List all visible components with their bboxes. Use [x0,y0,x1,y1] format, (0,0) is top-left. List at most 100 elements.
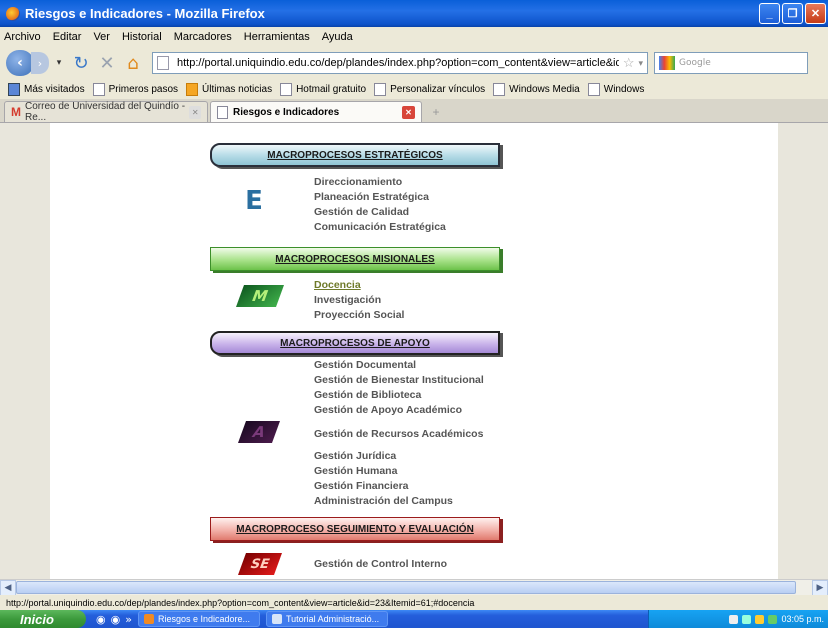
menu-ayuda[interactable]: Ayuda [322,31,353,43]
close-button[interactable]: ✕ [805,3,826,24]
bookmark-mas-visitados[interactable]: Más visitados [8,82,85,96]
menu-ver[interactable]: Ver [93,31,110,43]
back-button[interactable]: ‹ [6,50,34,76]
banner-apoyo: MACROPROCESOS DE APOYO [210,331,500,355]
window-title: Riesgos e Indicadores - Mozilla Firefox [25,6,265,21]
list-item[interactable]: Gestión Humana [314,464,453,479]
scroll-right-button[interactable]: ▶ [812,580,828,596]
list-item[interactable]: Gestión de Control Interno [314,557,447,572]
tab-riesgos[interactable]: Riesgos e Indicadores ✕ [210,101,422,122]
page-content: MACROPROCESOS ESTRATÉGICOS E Direccionam… [50,123,778,579]
misionales-logo: M [235,285,285,307]
list-item[interactable]: Gestión de Apoyo Académico [314,403,484,418]
list-item[interactable]: Investigación [314,293,404,308]
new-tab-button[interactable]: + [424,101,448,122]
minimize-button[interactable]: _ [759,3,780,24]
volume-icon[interactable] [755,614,765,624]
search-placeholder: Google [679,58,711,68]
firefox-icon[interactable]: ◉ [111,613,121,626]
bookmark-personalizar[interactable]: Personalizar vínculos [374,82,485,96]
history-dropdown-icon[interactable]: ▾ [52,58,66,68]
status-bar: http://portal.uniquindio.edu.co/dep/plan… [0,595,828,610]
list-item[interactable]: Proyección Social [314,308,404,323]
tab-close-icon[interactable]: ✕ [189,105,201,119]
list-item[interactable]: Gestión Jurídica [314,449,453,464]
list-item[interactable]: Direccionamiento [314,175,446,190]
tab-close-icon[interactable]: ✕ [402,105,415,119]
tab-bar: M Correo de Universidad del Quindío - Re… [0,99,828,123]
chevron-right-icon[interactable]: » [125,613,132,626]
bookmark-windows[interactable]: Windows [587,82,644,96]
taskbar-item-riesgos[interactable]: Riesgos e Indicadore... [137,611,260,627]
scroll-thumb[interactable] [16,581,796,594]
bookmark-primeros-pasos[interactable]: Primeros pasos [92,82,178,96]
estrategicos-logo: E [245,186,263,216]
status-text: http://portal.uniquindio.edu.co/dep/plan… [6,597,475,608]
stop-icon[interactable]: ✕ [96,52,118,74]
list-item[interactable]: Gestión de Recursos Académicos [314,427,483,442]
seguimiento-logo: SE [237,553,283,575]
rss-icon [186,82,199,96]
list-item[interactable]: Gestión Documental [314,358,484,373]
banner-misionales: MACROPROCESOS MISIONALES [210,247,500,271]
apoyo-list-bottom: Gestión Jurídica Gestión Humana Gestión … [314,449,453,509]
page-icon [374,82,387,96]
menu-archivo[interactable]: Archivo [4,31,41,43]
estrategicos-list: Direccionamiento Planeación Estratégica … [314,175,446,235]
restore-button[interactable]: ❐ [782,3,803,24]
list-item[interactable]: Planeación Estratégica [314,190,446,205]
menu-herramientas[interactable]: Herramientas [244,31,310,43]
list-item[interactable]: Gestión Financiera [314,479,453,494]
seguimiento-list: Gestión de Control Interno [314,557,447,572]
bookmark-ultimas-noticias[interactable]: Últimas noticias [186,82,272,96]
reload-icon[interactable]: ↻ [70,52,92,74]
forward-button[interactable]: › [31,52,49,74]
apoyo-logo: A [237,421,281,443]
list-item[interactable]: Administración del Campus [314,494,453,509]
google-icon [659,56,675,70]
bookmark-star-icon[interactable]: ☆ [623,55,635,71]
windows-taskbar: Inicio ◉ ◉ » Riesgos e Indicadore... Tut… [0,610,828,628]
document-icon [271,614,282,624]
tab-correo[interactable]: M Correo de Universidad del Quindío - Re… [4,101,208,123]
taskbar-item-tutorial[interactable]: Tutorial Administració... [265,611,388,627]
gmail-icon: M [11,105,21,119]
system-tray: 03:05 p.m. [648,610,828,628]
search-box[interactable]: Google [654,52,808,74]
misionales-list: Docencia Investigación Proyección Social [314,278,404,323]
page-icon [157,56,169,70]
url-dropdown-icon[interactable]: ▾ [638,58,643,69]
home-icon[interactable]: ⌂ [122,52,144,74]
apoyo-list-mid: Gestión de Recursos Académicos [314,427,483,442]
docencia-link[interactable]: Docencia [314,278,404,293]
clock: 03:05 p.m. [781,614,824,624]
bookmark-windows-media[interactable]: Windows Media [493,82,580,96]
help-icon[interactable] [729,614,739,624]
bookmark-hotmail[interactable]: Hotmail gratuito [280,82,366,96]
list-item[interactable]: Gestión de Bienestar Institucional [314,373,484,388]
apoyo-list-top: Gestión Documental Gestión de Bienestar … [314,358,484,418]
page-icon [217,105,228,119]
security-icon[interactable] [768,614,778,624]
firefox-icon [143,614,154,624]
quick-launch: ◉ ◉ » [96,613,132,626]
window-controls: _ ❐ ✕ [759,3,826,24]
list-item[interactable]: Gestión de Biblioteca [314,388,484,403]
list-item[interactable]: Gestión de Calidad [314,205,446,220]
scroll-left-button[interactable]: ◀ [0,580,16,596]
page-icon [92,82,105,96]
page-icon [280,82,293,96]
scroll-track[interactable] [16,580,812,595]
url-text: http://portal.uniquindio.edu.co/dep/plan… [177,57,619,69]
navigation-toolbar: ‹ › ▾ ↻ ✕ ⌂ http://portal.uniquindio.edu… [0,47,828,79]
url-bar[interactable]: http://portal.uniquindio.edu.co/dep/plan… [152,52,648,74]
menu-marcadores[interactable]: Marcadores [174,31,232,43]
menu-editar[interactable]: Editar [53,31,82,43]
menu-historial[interactable]: Historial [122,31,162,43]
list-item[interactable]: Comunicación Estratégica [314,220,446,235]
bookmarks-toolbar: Más visitados Primeros pasos Últimas not… [0,79,828,99]
ie-icon[interactable]: ◉ [96,613,106,626]
network-icon[interactable] [742,614,752,624]
start-button[interactable]: Inicio [0,610,86,628]
horizontal-scrollbar[interactable]: ◀ ▶ [0,579,828,596]
